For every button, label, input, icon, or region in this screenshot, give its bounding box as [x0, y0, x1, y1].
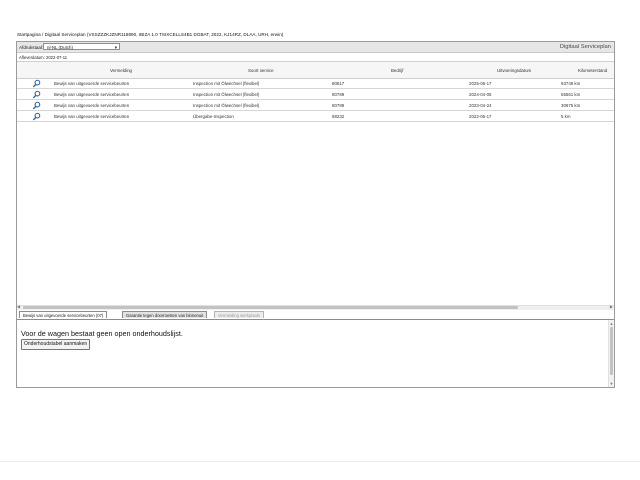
- cell-vermelding: Bewijs van uitgevoerde servicebeurten: [54, 92, 130, 97]
- table-row[interactable]: Bewijs van uitgevoerde servicebeurten In…: [17, 89, 614, 100]
- column-header-soort-service[interactable]: Soort service: [248, 68, 274, 73]
- scroll-thumb[interactable]: [23, 306, 518, 309]
- cell-uitvoeringsdatum: 2025-06-17: [469, 81, 492, 86]
- language-select-value: nl-NL (Dutch): [47, 45, 73, 50]
- column-header-vermelding[interactable]: Vermelding: [110, 68, 132, 73]
- cell-uitvoeringsdatum: 2022-06-17: [469, 114, 492, 119]
- magnifier-icon[interactable]: [32, 112, 41, 121]
- cell-vermelding: Bewijs van uitgevoerde servicebeurten: [54, 81, 130, 86]
- tab-bar: Bewijs van uitgevoerde servicebeurten (0…: [17, 310, 614, 320]
- vertical-scrollbar[interactable]: ▲ ▼: [608, 320, 614, 387]
- column-header-uitvoeringsdatum[interactable]: Uitvoeringsdatum: [497, 68, 531, 73]
- cell-kilometerstand: 65561 km: [561, 92, 581, 97]
- scroll-down-icon[interactable]: ▼: [610, 381, 614, 386]
- tab-panel: Voor de wagen bestaat geen open onderhou…: [17, 320, 614, 387]
- app-title: Digitaal Serviceplan: [559, 43, 611, 50]
- cell-kilometerstand: 30975 km: [561, 103, 581, 108]
- cell-vermelding: Bewijs van uitgevoerde servicebeurten: [54, 114, 130, 119]
- cell-soort-service: Inspection mit Ölwechsel (flexibel): [193, 103, 260, 108]
- print-date: Afleverdatum: 2022-07-11: [19, 55, 68, 60]
- cell-uitvoeringsdatum: 2023-04-24: [469, 103, 492, 108]
- cell-kilometerstand: 5 km: [561, 114, 571, 119]
- scroll-right-icon[interactable]: ▶: [610, 304, 613, 309]
- tab-garantie[interactable]: Garantie tegen doorroesten van binnenuit: [122, 311, 208, 318]
- create-maintenance-table-button[interactable]: Onderhoudstabel aanmaken: [21, 339, 91, 350]
- column-header-kilometerstand[interactable]: Kilometerstand: [578, 68, 607, 73]
- cell-uitvoeringsdatum: 2024-04-05: [469, 92, 492, 97]
- cell-bedrijf: 80789: [332, 103, 345, 108]
- breadcrumb: Startpagina / Digitaal Serviceplan (VSSZ…: [17, 32, 284, 37]
- toolbar: Afdrukstaal: nl-NL (Dutch) ▾ Digitaal Se…: [17, 42, 614, 53]
- language-select[interactable]: nl-NL (Dutch) ▾: [43, 43, 120, 50]
- tab-servicebeurten[interactable]: Bewijs van uitgevoerde servicebeurten (0…: [19, 311, 108, 318]
- grid-header: Vermelding Soort service Bedrijf Uitvoer…: [17, 62, 614, 79]
- magnifier-icon[interactable]: [32, 90, 41, 99]
- cell-vermelding: Bewijs van uitgevoerde servicebeurten: [54, 103, 130, 108]
- cell-bedrijf: 80817: [332, 81, 345, 86]
- date-bar: Afleverdatum: 2022-07-11: [17, 53, 614, 62]
- scroll-thumb[interactable]: [610, 327, 613, 375]
- magnifier-icon[interactable]: [32, 79, 41, 88]
- cell-soort-service: Inspection mit Ölwechsel (flexibel): [193, 92, 260, 97]
- cell-soort-service: Inspection mit Ölwechsel (flexibel): [193, 81, 260, 86]
- cell-kilometerstand: 93749 km: [561, 81, 581, 86]
- service-grid: Vermelding Soort service Bedrijf Uitvoer…: [17, 62, 614, 305]
- cell-soort-service: Übergabe-Inspection: [193, 114, 234, 119]
- magnifier-icon[interactable]: [32, 101, 41, 110]
- cell-bedrijf: 80789: [332, 92, 345, 97]
- tab-vermelding-werkplaats: Vermelding werkplaats: [214, 311, 265, 318]
- table-row[interactable]: Bewijs van uitgevoerde servicebeurten Üb…: [17, 111, 614, 122]
- chevron-down-icon: ▾: [114, 45, 117, 50]
- column-header-bedrijf[interactable]: Bedrijf: [391, 68, 403, 73]
- table-row[interactable]: Bewijs van uitgevoerde servicebeurten In…: [17, 78, 614, 89]
- cell-bedrijf: 88232: [332, 114, 345, 119]
- table-row[interactable]: Bewijs van uitgevoerde servicebeurten In…: [17, 100, 614, 111]
- main-frame: Afdrukstaal: nl-NL (Dutch) ▾ Digitaal Se…: [16, 41, 615, 388]
- status-message: Voor de wagen bestaat geen open onderhou…: [21, 329, 183, 338]
- divider: [0, 461, 640, 462]
- language-label: Afdrukstaal:: [19, 44, 44, 50]
- scroll-up-icon[interactable]: ▲: [610, 321, 614, 326]
- scroll-left-icon[interactable]: ◀: [17, 304, 20, 309]
